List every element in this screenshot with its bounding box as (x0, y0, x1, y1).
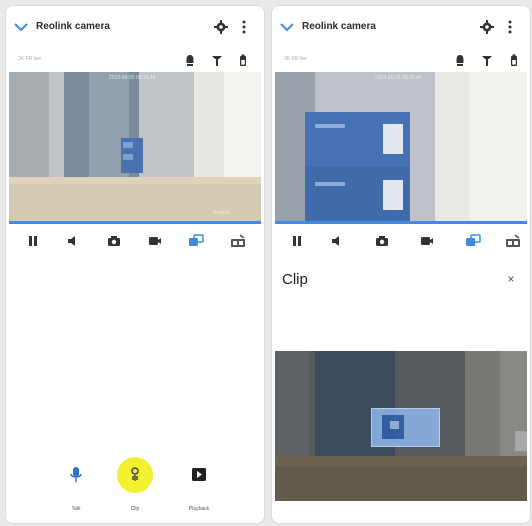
more-menu-icon[interactable] (502, 19, 518, 35)
record-icon[interactable] (419, 233, 435, 249)
clip-mode-icon[interactable] (188, 233, 204, 249)
battery-icon[interactable] (237, 54, 249, 67)
record-icon[interactable] (147, 233, 163, 249)
camera-snapshot-icon[interactable] (374, 233, 390, 249)
clip-label: Clip (130, 506, 140, 512)
alarm-icon[interactable] (184, 54, 196, 67)
app-header: Reolink camera (6, 6, 264, 52)
playback-icon (192, 468, 206, 481)
alarm-icon[interactable] (454, 54, 466, 67)
player-controls (6, 228, 264, 254)
camera-snapshot-icon[interactable] (106, 233, 122, 249)
camera-title[interactable]: Reolink camera (36, 21, 110, 32)
app-header: Reolink camera (272, 6, 530, 52)
player-controls (272, 228, 530, 254)
video-progress-bar (275, 221, 527, 224)
speaker-icon[interactable] (329, 233, 345, 249)
video-timestamp: 2023-06-05 08:15:44 (375, 75, 422, 81)
battery-icon[interactable] (508, 54, 520, 67)
video-progress-bar (9, 221, 261, 224)
camera-title[interactable]: Reolink camera (302, 21, 376, 32)
pause-icon[interactable] (25, 233, 41, 249)
close-icon[interactable]: × (504, 272, 518, 286)
clip-preview-video[interactable] (275, 351, 527, 501)
clip-button[interactable]: Clip (110, 457, 160, 523)
chevron-down-icon[interactable] (280, 22, 294, 32)
antenna-icon[interactable] (481, 54, 493, 67)
status-row: 2K FR live (6, 52, 264, 70)
video-watermark: Reolink (479, 210, 496, 216)
camera-view-image (275, 72, 527, 222)
clip-crop-box[interactable] (371, 408, 440, 447)
clip-panel-title: Clip (282, 271, 308, 288)
stream-info: 2K FR live (18, 56, 42, 62)
gear-icon[interactable] (213, 19, 229, 35)
playback-label: Playback (188, 506, 210, 512)
antenna-icon[interactable] (211, 54, 223, 67)
stream-info: 2K FR live (284, 56, 308, 62)
clip-mode-icon[interactable] (465, 233, 481, 249)
quality-icon[interactable] (505, 233, 521, 249)
live-video-feed[interactable]: 2023-06-05 08:15:44 Reolink (275, 72, 527, 222)
quality-icon[interactable] (230, 233, 246, 249)
video-watermark: Reolink (213, 210, 230, 216)
status-row: 2K FR live (272, 52, 530, 70)
phone-screen-right: Reolink camera 2K FR live 2023-06-05 08:… (271, 5, 531, 524)
microphone-icon (70, 467, 82, 482)
scissors-icon (131, 467, 139, 481)
speaker-icon[interactable] (65, 233, 81, 249)
gear-icon[interactable] (479, 19, 495, 35)
talk-label: Talk (71, 506, 81, 512)
phone-screen-left: Reolink camera 2K FR live 2023-06-05 08:… (5, 5, 265, 524)
more-menu-icon[interactable] (236, 19, 252, 35)
live-video-feed[interactable]: 2023-06-05 08:15:44 Reolink (9, 72, 261, 222)
clip-crop-detail (390, 421, 399, 429)
pause-icon[interactable] (289, 233, 305, 249)
camera-view-image (9, 72, 261, 222)
talk-button[interactable]: Talk (51, 466, 101, 523)
playback-button[interactable]: Playback (174, 466, 224, 523)
chevron-down-icon[interactable] (14, 22, 28, 32)
video-timestamp: 2023-06-05 08:15:44 (109, 75, 156, 81)
